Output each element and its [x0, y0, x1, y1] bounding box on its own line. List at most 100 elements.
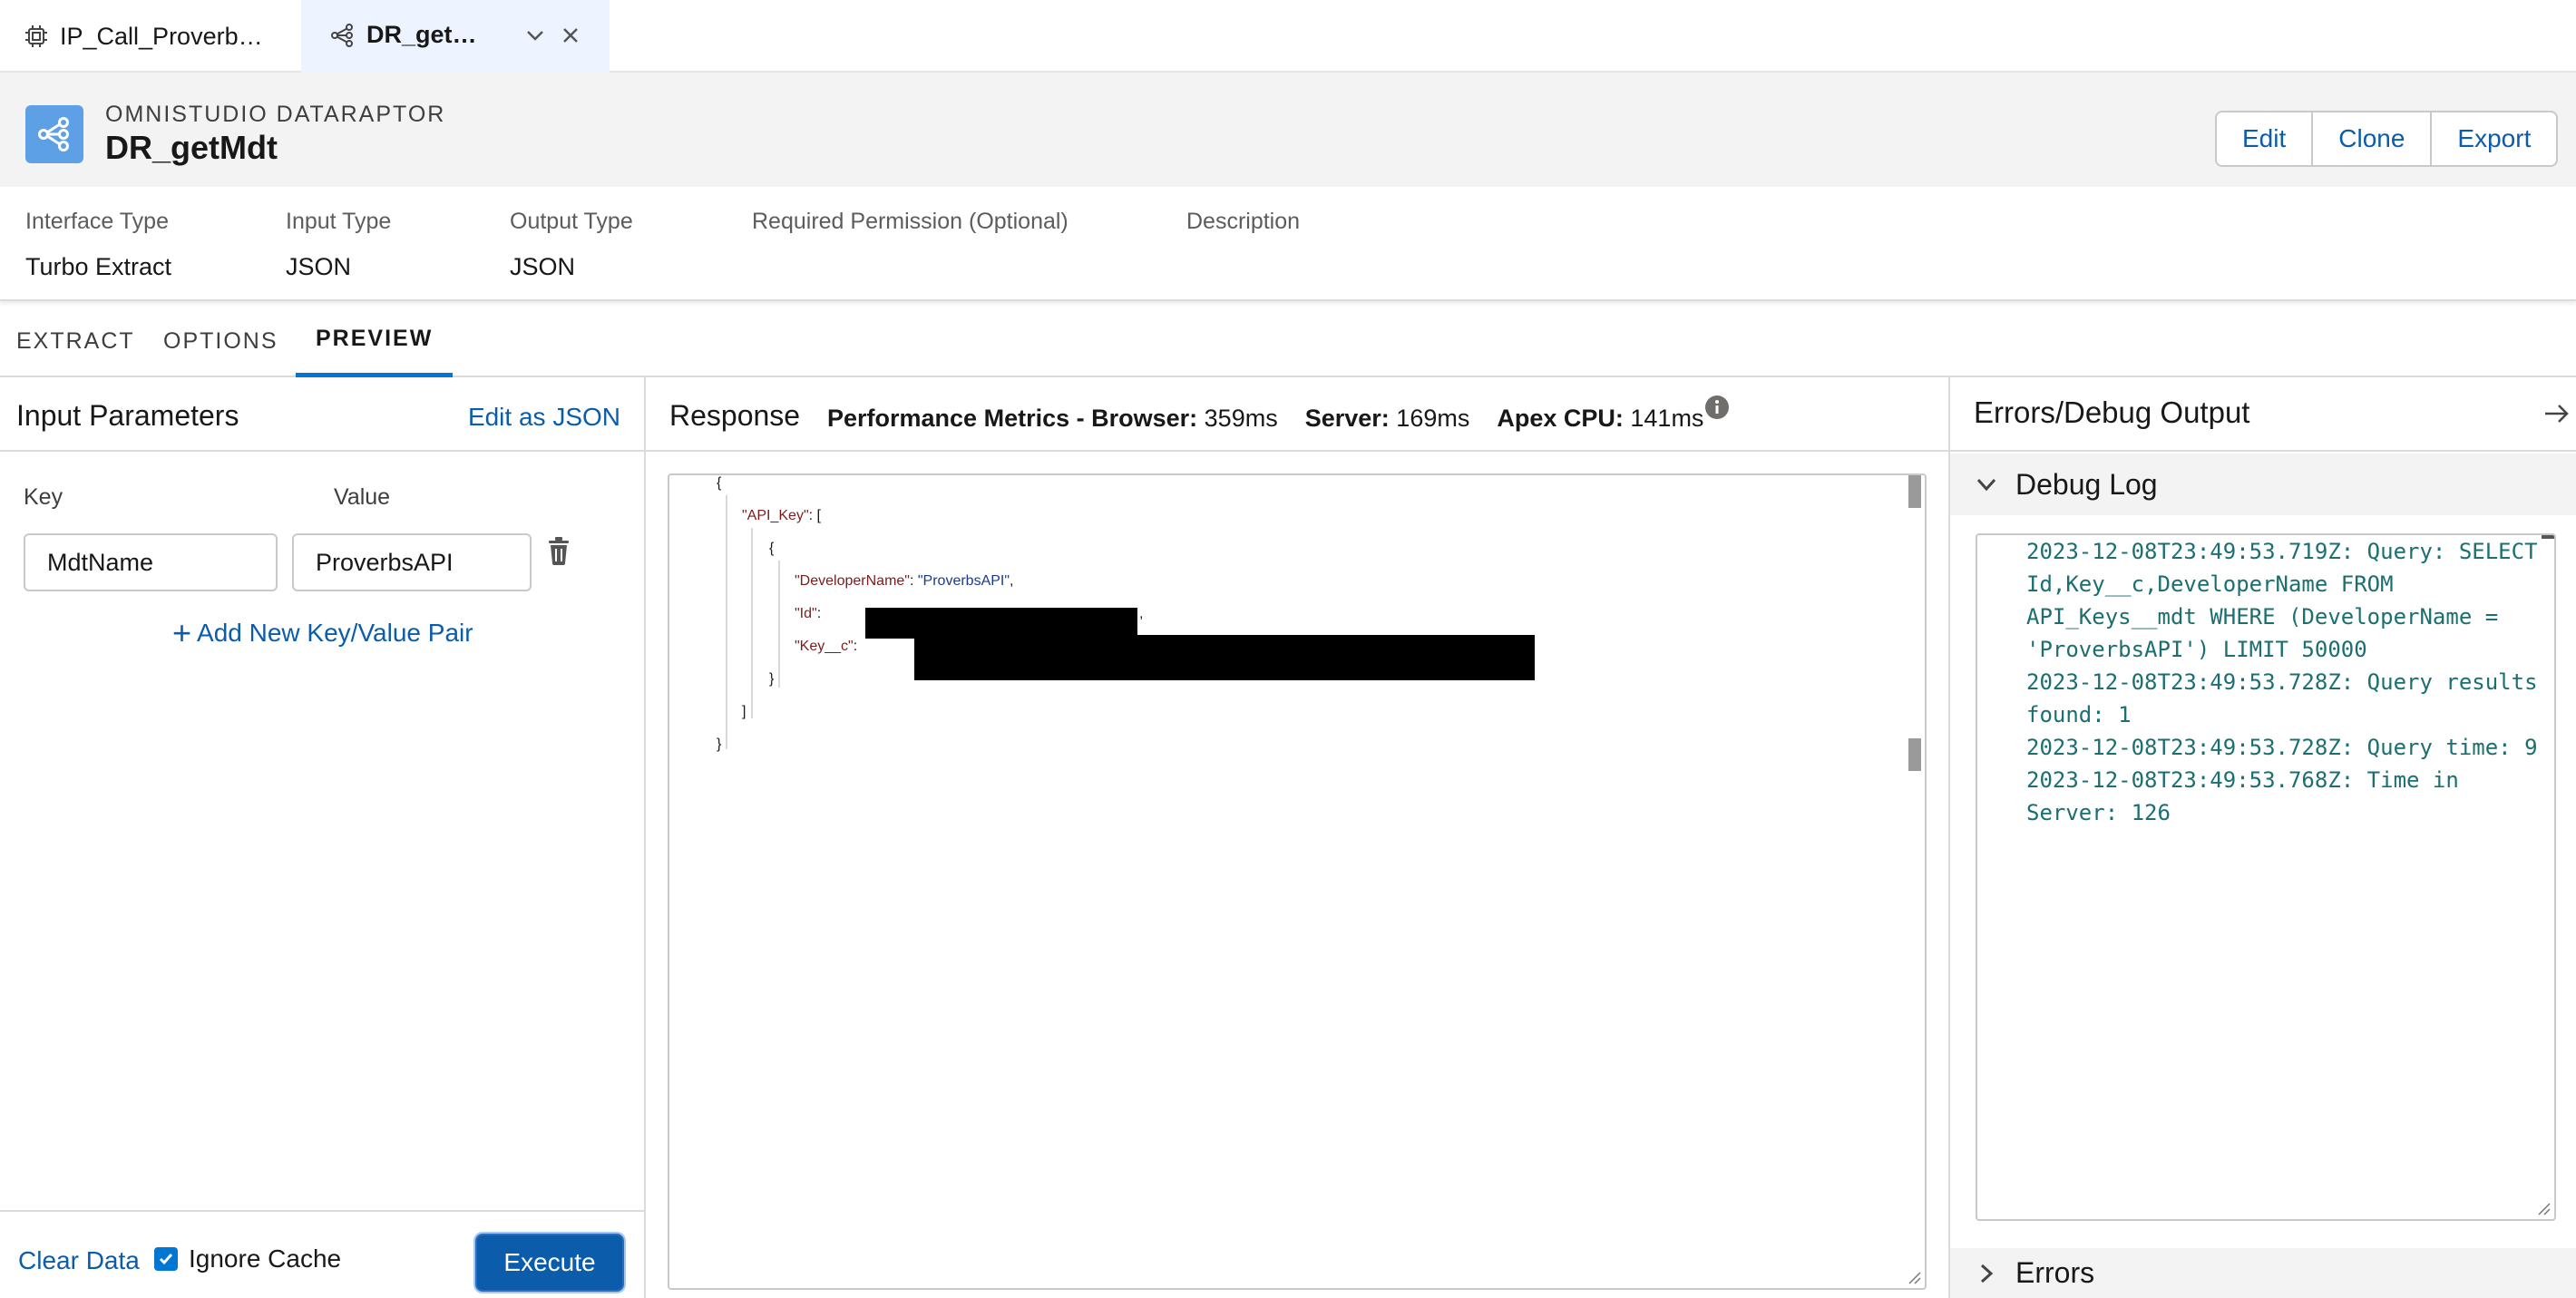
field-label: Required Permission (Optional): [752, 209, 1068, 234]
response-json-editor[interactable]: { "API_Key": [ { "DeveloperName": "Prove…: [668, 473, 1927, 1290]
workspace-tab-ip-call[interactable]: IP_Call_Proverb…: [0, 0, 299, 73]
scrollbar-thumb[interactable]: [1908, 475, 1921, 508]
field-value: JSON: [286, 253, 352, 280]
share-nodes-icon: [328, 21, 357, 50]
log-line: Id,Key__c,DeveloperName FROM: [2026, 571, 2394, 597]
debug-log-section-header[interactable]: Debug Log: [1950, 454, 2576, 515]
json-string: "ProverbsAPI": [917, 573, 1010, 589]
indent-guide: [778, 561, 780, 688]
json-line: "Id":: [795, 606, 821, 639]
redacted-id-value: [865, 608, 1137, 639]
log-line: Server: 126: [2026, 800, 2171, 825]
log-line: 2023-12-08T23:49:53.719Z: Query: SELECT: [2026, 539, 2538, 564]
input-parameters-title: Input Parameters: [16, 399, 239, 432]
param-value-input[interactable]: [292, 533, 532, 591]
errors-section-header[interactable]: Errors: [1950, 1248, 2576, 1298]
record-actions: Edit Clone Export: [2215, 111, 2559, 167]
json-line: }: [769, 671, 774, 704]
export-button[interactable]: Export: [2432, 112, 2556, 165]
debug-log-label: Debug Log: [2015, 467, 2158, 501]
server-metric-value: 169ms: [1396, 405, 1470, 432]
chevron-down-icon: [1974, 472, 1999, 497]
debug-output-title: Errors/Debug Output: [1974, 395, 2250, 429]
log-line: found: 1: [2026, 702, 2132, 727]
workspace-tab-label: IP_Call_Proverb…: [60, 22, 263, 50]
json-line: "API_Key": [: [742, 508, 821, 541]
field-interface-type: Interface Type Turbo Extract: [25, 209, 171, 280]
json-punct: ,: [1139, 606, 1144, 621]
json-line: {: [717, 475, 721, 508]
tab-preview[interactable]: PREVIEW: [296, 305, 454, 377]
tab-extract[interactable]: EXTRACT: [16, 305, 135, 377]
param-key-input[interactable]: [24, 533, 278, 591]
json-punct: ,: [1010, 573, 1014, 589]
record-type-label: OMNISTUDIO DATARAPTOR: [105, 102, 446, 127]
ignore-cache-label: Ignore Cache: [189, 1244, 342, 1273]
resize-handle-icon[interactable]: [1907, 1270, 1921, 1284]
debug-log-textarea[interactable]: 2023-12-08T23:49:53.719Z: Query: SELECT …: [1976, 533, 2556, 1221]
dataraptor-icon: [25, 105, 83, 163]
field-label: Output Type: [510, 209, 633, 234]
editor-scrollbar[interactable]: [1905, 475, 1925, 1288]
server-metric-label: Server:: [1304, 405, 1390, 432]
scrollbar-thumb[interactable]: [1908, 738, 1921, 771]
response-panel: Response Performance Metrics - Browser: …: [646, 377, 1950, 1298]
resize-handle-icon[interactable]: [2536, 1201, 2551, 1215]
json-line: }: [717, 737, 721, 769]
workspace-tab-bar: IP_Call_Proverb… DR_get…: [0, 0, 2576, 73]
field-required-permission: Required Permission (Optional): [752, 209, 1068, 280]
ignore-cache-option: Ignore Cache: [154, 1244, 341, 1274]
ignore-cache-checkbox[interactable]: [154, 1247, 178, 1271]
record-fields: Interface Type Turbo Extract Input Type …: [0, 187, 2576, 301]
json-brace: {: [717, 475, 722, 491]
json-punct: : [: [808, 508, 821, 523]
clear-data-link[interactable]: Clear Data: [18, 1246, 140, 1275]
json-punct: :: [909, 573, 918, 589]
json-key: "DeveloperName": [795, 573, 910, 589]
chevron-right-icon: [1974, 1261, 1999, 1286]
close-icon[interactable]: [557, 22, 584, 49]
log-line: 'ProverbsAPI') LIMIT 50000: [2026, 637, 2367, 662]
json-punct: :: [816, 606, 822, 621]
json-key: "API_Key": [742, 508, 809, 523]
edit-button[interactable]: Edit: [2217, 112, 2314, 165]
json-brace: }: [717, 737, 722, 752]
errors-label: Errors: [2015, 1256, 2095, 1289]
field-label: Description: [1186, 209, 1301, 234]
log-line: 2023-12-08T23:49:53.728Z: Query results: [2026, 669, 2538, 695]
execute-button[interactable]: Execute: [475, 1234, 624, 1292]
add-key-value-pair-label: Add New Key/Value Pair: [197, 619, 473, 647]
edit-as-json-link[interactable]: Edit as JSON: [468, 403, 620, 432]
apex-cpu-metric-label: Apex CPU:: [1497, 405, 1624, 432]
json-key: "Id": [795, 606, 817, 621]
json-key: "Key__c": [795, 639, 854, 654]
input-parameters-header: Input Parameters Edit as JSON: [0, 377, 644, 452]
designer-tabs: EXTRACT OPTIONS PREVIEW: [0, 305, 2576, 377]
log-line: 2023-12-08T23:49:53.728Z: Query time: 9: [2026, 735, 2538, 760]
arrow-right-icon[interactable]: [2540, 397, 2572, 430]
value-column-header: Value: [334, 484, 391, 510]
record-header: OMNISTUDIO DATARAPTOR DR_getMdt Edit Clo…: [0, 73, 2576, 187]
page-title: DR_getMdt: [105, 129, 278, 166]
field-value: Turbo Extract: [25, 253, 172, 280]
chevron-down-icon[interactable]: [522, 22, 549, 49]
field-output-type: Output Type JSON: [510, 209, 633, 280]
field-description: Description: [1186, 209, 1300, 280]
debug-output-panel: Errors/Debug Output Debug Log 2023-12-08…: [1950, 377, 2576, 1298]
input-parameters-footer: Clear Data Ignore Cache Execute: [0, 1210, 644, 1298]
json-line: {: [769, 541, 774, 573]
field-value: [1186, 253, 1300, 280]
trash-icon[interactable]: [544, 535, 573, 568]
tab-options[interactable]: OPTIONS: [163, 305, 278, 377]
info-icon[interactable]: [1703, 394, 1731, 421]
json-line: "Key__c":: [795, 639, 857, 671]
browser-metric-value: 359ms: [1204, 405, 1278, 432]
debug-log-scrollbar[interactable]: [2542, 535, 2554, 539]
key-column-header: Key: [24, 484, 63, 510]
field-value: [752, 253, 1068, 280]
add-key-value-pair-button[interactable]: + Add New Key/Value Pair: [172, 614, 473, 651]
field-label: Input Type: [286, 209, 392, 234]
clone-button[interactable]: Clone: [2313, 112, 2433, 165]
indent-guide: [751, 528, 753, 718]
plus-icon: +: [172, 614, 192, 651]
